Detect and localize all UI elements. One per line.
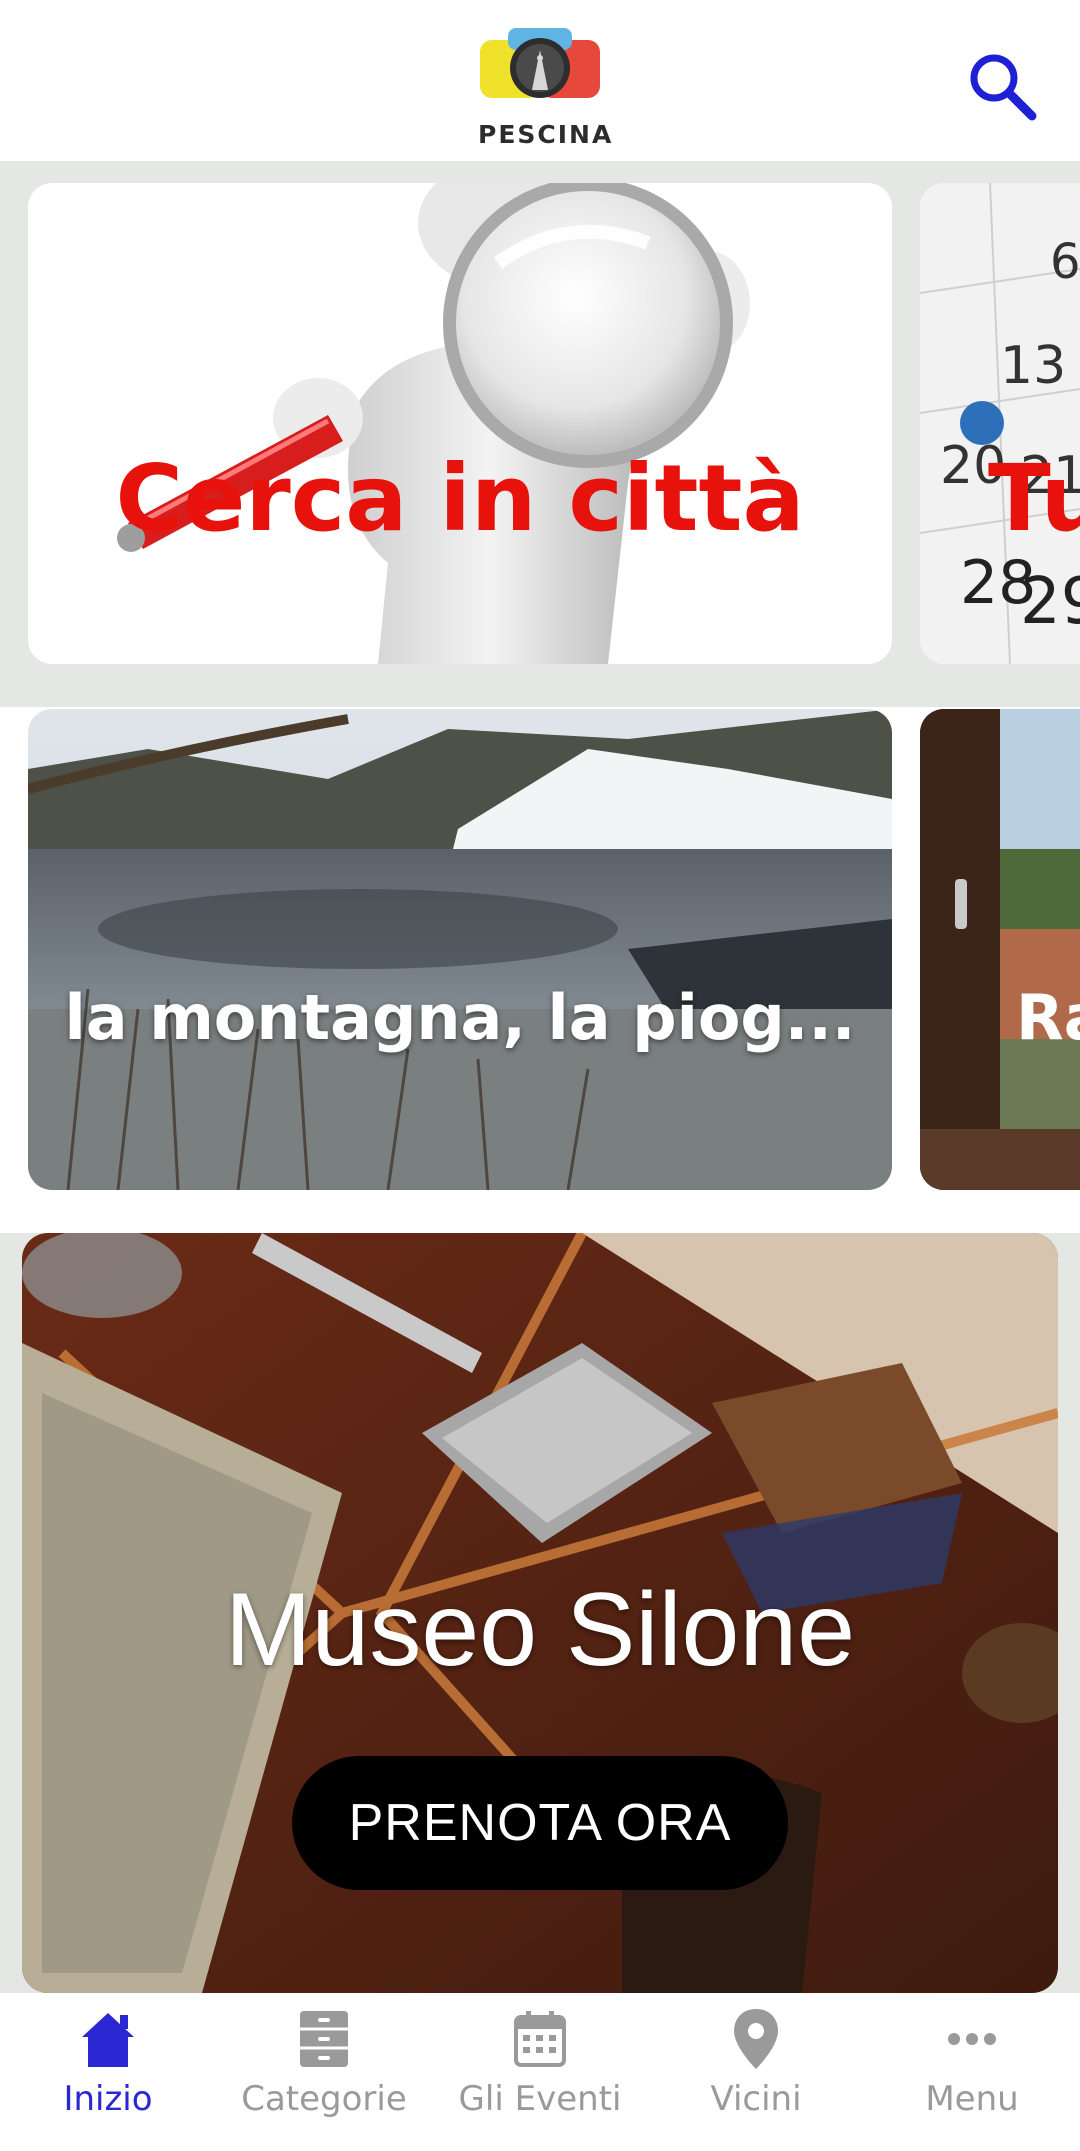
tab-label: Categorie	[241, 2079, 407, 2119]
carousel-card-lake[interactable]: la montagna, la piog...	[28, 709, 892, 1190]
tab-inizio[interactable]: Inizio	[0, 1993, 216, 2151]
tab-label: Menu	[925, 2079, 1019, 2119]
tab-label: Vicini	[710, 2079, 802, 2119]
window-view-image	[920, 709, 1080, 1190]
bottom-tab-bar: Inizio Categorie Gli Eventi Vicini Menu	[0, 1993, 1080, 2151]
calendar-icon	[514, 2011, 566, 2067]
tab-categorie[interactable]: Categorie	[216, 1993, 432, 2151]
logo-text: PESCINA	[478, 120, 614, 149]
home-icon	[82, 2013, 134, 2067]
tab-gli-eventi[interactable]: Gli Eventi	[432, 1993, 648, 2151]
carousel-card-window[interactable]: Ra	[920, 709, 1080, 1190]
museum-title: Museo Silone	[224, 1572, 856, 1688]
carousel-card-search[interactable]: Cerca in città	[28, 183, 892, 664]
tab-label: Gli Eventi	[458, 2079, 622, 2119]
location-pin-icon	[734, 2009, 778, 2069]
svg-text:6: 6	[1050, 234, 1080, 290]
tab-vicini[interactable]: Vicini	[648, 1993, 864, 2151]
primary-carousel[interactable]: Cerca in città 6 13 20 21 28 29 Tu	[0, 161, 1080, 707]
carousel-card-label: Tu	[988, 445, 1080, 552]
search-icon[interactable]	[966, 50, 1038, 122]
secondary-carousel[interactable]: la montagna, la piog... Ra	[0, 707, 1080, 1233]
carousel-card-label: la montagna, la piog...	[64, 981, 856, 1054]
app-header: PESCINA	[0, 0, 1080, 161]
magnifier-figure-image	[117, 183, 750, 664]
carousel-card-label: Cerca in città	[115, 445, 805, 552]
tab-label: Inizio	[63, 2079, 153, 2119]
calendar-image: 6 13 20 21 28 29	[920, 183, 1080, 664]
frozen-lake-image	[28, 709, 892, 1190]
camera-logo-icon	[480, 28, 600, 98]
app-logo[interactable]: PESCINA	[478, 24, 614, 150]
cabinet-icon	[300, 2011, 348, 2067]
book-now-button[interactable]: PRENOTA ORA	[292, 1756, 788, 1890]
carousel-card-label: Ra	[1016, 981, 1080, 1054]
svg-text:13: 13	[1000, 336, 1066, 396]
museum-feature-card[interactable]: Museo Silone PRENOTA ORA	[22, 1233, 1058, 1993]
tab-menu[interactable]: Menu	[864, 1993, 1080, 2151]
carousel-card-events[interactable]: 6 13 20 21 28 29 Tu	[920, 183, 1080, 664]
svg-text:29: 29	[1020, 565, 1080, 639]
more-dots-icon	[948, 2033, 996, 2045]
